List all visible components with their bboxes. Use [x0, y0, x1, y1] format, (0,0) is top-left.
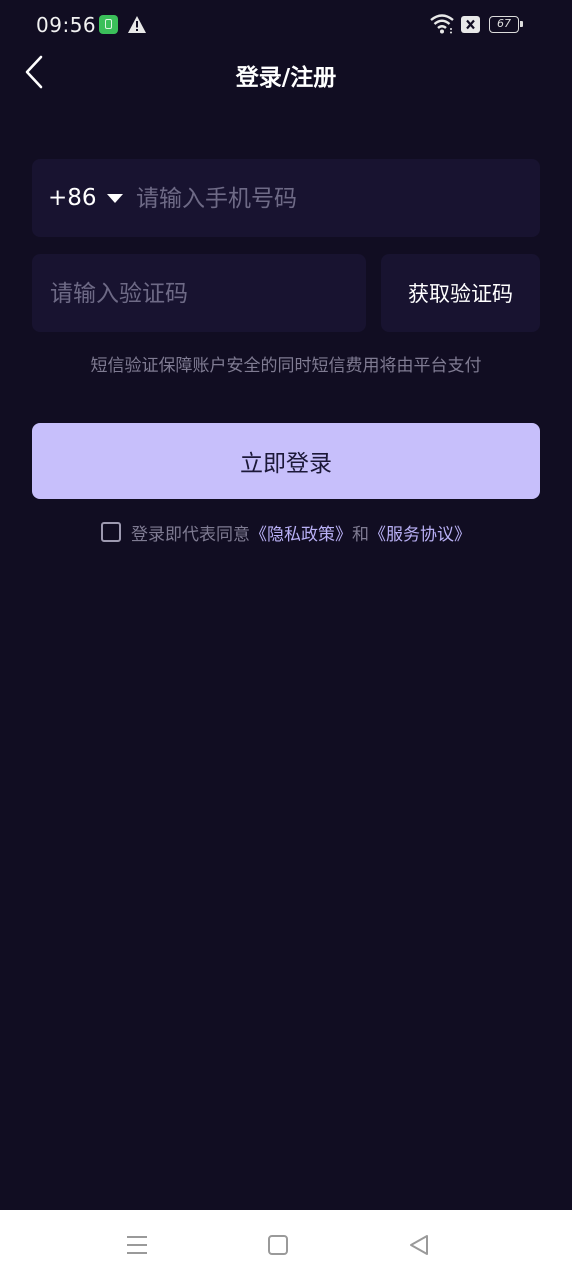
page-title: 登录/注册: [235, 65, 337, 91]
country-code-selector[interactable]: +86: [48, 159, 123, 237]
phone-input[interactable]: [134, 159, 528, 239]
battery-icon: 67: [489, 16, 523, 33]
sms-note: 短信验证保障账户安全的同时短信费用将由平台支付: [90, 356, 482, 376]
system-nav-bar: [0, 1210, 572, 1280]
wifi-icon: [430, 14, 454, 34]
privacy-policy-link[interactable]: 《隐私政策》: [250, 520, 352, 545]
agreement-row: 登录即代表同意 《隐私政策》 和 《服务协议》: [0, 518, 572, 546]
battery-level: 67: [497, 17, 511, 30]
login-button[interactable]: 立即登录: [32, 423, 540, 499]
green-app-icon: [99, 15, 118, 34]
phone-field: +86: [32, 159, 540, 239]
country-code-label: +86: [48, 185, 97, 211]
verification-code-field: [32, 254, 366, 334]
home-square-icon[interactable]: [265, 1232, 291, 1258]
agreement-prefix: 登录即代表同意: [131, 524, 250, 545]
verification-code-input[interactable]: [48, 254, 352, 334]
agree-checkbox[interactable]: [101, 522, 121, 542]
agreement-conjunction: 和: [352, 524, 369, 545]
warning-icon: [128, 16, 146, 33]
status-time: 09:56: [36, 13, 97, 37]
header: 登录/注册: [0, 50, 572, 96]
back-triangle-icon[interactable]: [406, 1232, 432, 1258]
caret-down-icon: [106, 193, 123, 203]
service-agreement-link[interactable]: 《服务协议》: [369, 520, 471, 545]
status-bar: 09:56 67: [0, 0, 572, 50]
get-code-button[interactable]: 获取验证码: [381, 254, 540, 332]
sim-x-icon: [461, 16, 480, 33]
menu-icon[interactable]: [124, 1232, 150, 1258]
